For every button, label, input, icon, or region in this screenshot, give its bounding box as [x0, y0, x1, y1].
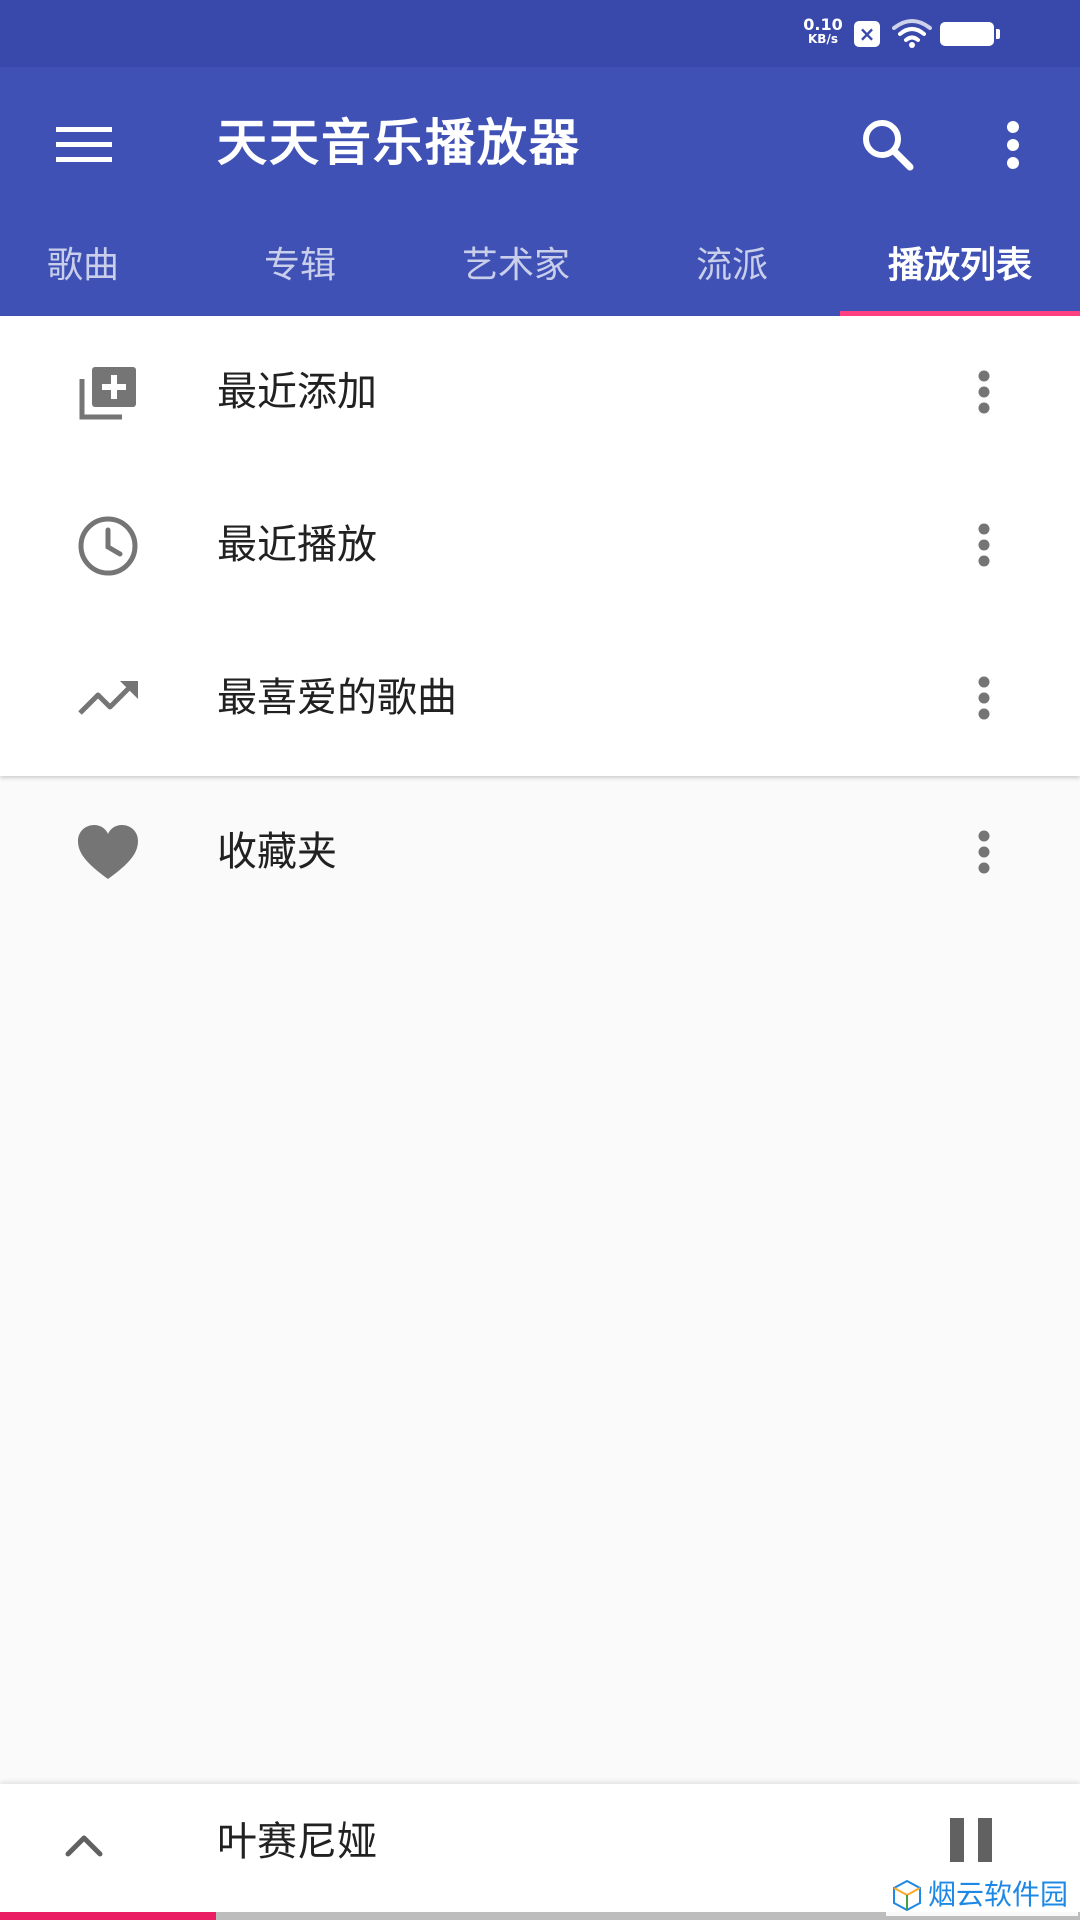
search-button[interactable] [850, 107, 926, 183]
trending-up-icon [78, 681, 138, 715]
more-vert-icon[interactable] [966, 812, 1002, 892]
playlist-label: 最近播放 [217, 522, 377, 568]
watermark-text: 烟云软件园 [928, 1878, 1069, 1911]
menu-icon [56, 127, 112, 162]
more-vert-icon [1007, 121, 1019, 169]
tab-bar: 歌曲 专辑 艺术家 流派 播放列表 [0, 221, 1080, 316]
tab-playlists[interactable]: 播放列表 [860, 221, 1060, 311]
now-playing-title: 叶赛尼娅 [217, 1819, 377, 1865]
menu-button[interactable] [44, 113, 124, 177]
list-item-recently-played[interactable]: 最近播放 [0, 469, 1080, 621]
more-vert-icon[interactable] [966, 505, 1002, 585]
list-item-favorites[interactable]: 收藏夹 [0, 776, 1080, 928]
pause-icon[interactable] [944, 1814, 1000, 1870]
more-vert-icon[interactable] [966, 658, 1002, 738]
clock-icon [78, 516, 138, 576]
playlist-label: 收藏夹 [217, 829, 337, 875]
net-speed-unit: KB/s [808, 32, 838, 46]
overflow-menu-button[interactable] [990, 107, 1036, 183]
playlist-label: 最喜爱的歌曲 [217, 675, 457, 721]
tab-songs[interactable]: 歌曲 [0, 221, 166, 311]
app-bar: 天天音乐播放器 歌曲 专辑 艺术家 流派 播放列表 [0, 67, 1080, 316]
wifi-icon [892, 19, 932, 48]
heart-icon [78, 825, 138, 879]
app-title: 天天音乐播放器 [217, 114, 581, 172]
tab-artists[interactable]: 艺术家 [416, 221, 616, 311]
net-speed-indicator: 0.10 KB/s [800, 15, 846, 47]
list-item-favorite-songs[interactable]: 最喜爱的歌曲 [0, 622, 1080, 774]
status-bar: 0.10 KB/s × [0, 0, 1080, 67]
tab-genres[interactable]: 流派 [632, 221, 832, 311]
list-item-recently-added[interactable]: 最近添加 [0, 316, 1080, 468]
battery-icon [940, 22, 1000, 46]
net-speed-value: 0.10 [803, 15, 843, 34]
tab-albums[interactable]: 专辑 [200, 221, 400, 311]
more-vert-icon[interactable] [966, 352, 1002, 432]
library-add-icon [79, 367, 136, 420]
watermark: 烟云软件园 [886, 1874, 1078, 1916]
playback-progress-fill [0, 1912, 216, 1920]
search-icon [863, 120, 914, 171]
playlist-label: 最近添加 [217, 369, 377, 415]
notification-x-icon: × [854, 21, 880, 47]
chevron-up-icon[interactable] [56, 1818, 112, 1874]
cube-logo-icon [893, 1879, 921, 1912]
